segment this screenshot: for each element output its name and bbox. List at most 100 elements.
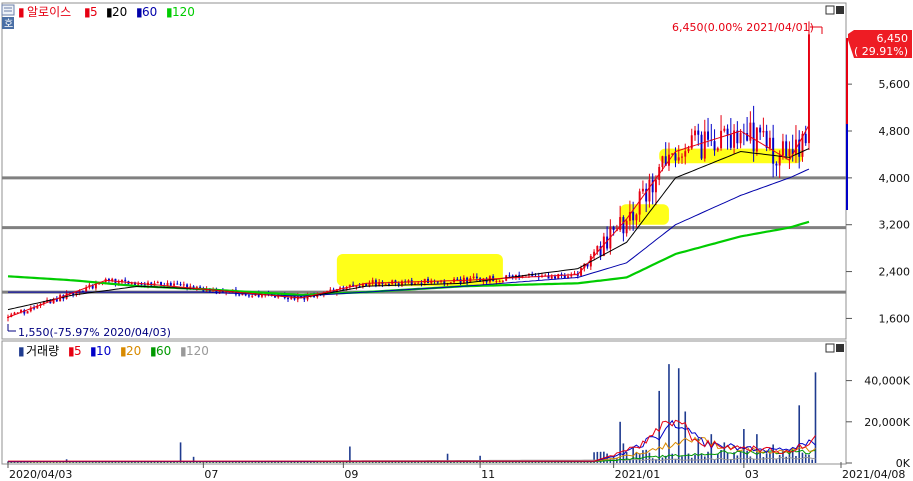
- candle-body: [557, 274, 560, 279]
- volume-bar: [209, 462, 211, 463]
- high-price-annotation: 6,450(0.00% 2021/04/01): [672, 21, 814, 34]
- price-legend-item: 120: [172, 5, 195, 19]
- price-tick-label: 4,000: [879, 172, 911, 185]
- candle-body: [186, 284, 189, 288]
- volume-bar: [625, 452, 628, 463]
- candle-body: [622, 217, 625, 234]
- volume-bar: [88, 462, 91, 463]
- volume-legend-item: 60: [156, 344, 171, 358]
- x-tick-label: 2021/01: [615, 468, 661, 481]
- volume-bar: [49, 462, 52, 463]
- volume-bar: [580, 462, 582, 463]
- volume-bar: [677, 368, 680, 463]
- volume-bar: [355, 462, 358, 463]
- volume-legend-item: 5: [74, 344, 82, 358]
- candle-body: [720, 130, 723, 149]
- volume-bar: [287, 462, 289, 463]
- candle-body: [287, 298, 289, 300]
- candle-body: [703, 131, 706, 159]
- current-price-tag: 6,450 ( 29.91%): [848, 30, 912, 58]
- volume-bar: [658, 390, 660, 463]
- volume-bar: [772, 444, 774, 463]
- price-panel-maximize-icon[interactable]: [825, 5, 835, 15]
- volume-legend-marker: ▮: [18, 344, 25, 358]
- x-tick-label: 03: [745, 468, 759, 481]
- candle-body: [648, 179, 651, 202]
- candle-body: [156, 282, 159, 284]
- volume-bar: [762, 457, 765, 463]
- indicator-toggle-glyph: 호: [4, 18, 13, 30]
- volume-panel-close-icon[interactable]: [836, 344, 844, 352]
- candle-body: [723, 128, 726, 131]
- price-panel-close-icon[interactable]: [836, 6, 844, 14]
- volume-bar: [137, 462, 140, 463]
- candle-body: [475, 276, 478, 279]
- volume-bar: [521, 462, 524, 463]
- candle-body: [173, 283, 176, 286]
- price-range-bar-down: [846, 124, 848, 210]
- candle-body: [781, 141, 784, 156]
- candle-body: [739, 132, 742, 144]
- volume-tick-label: 20,000K: [864, 416, 910, 429]
- candle-body: [752, 122, 755, 152]
- candle-body: [707, 131, 710, 140]
- volume-bar: [694, 454, 696, 463]
- price-legend-item: 60: [142, 5, 157, 19]
- price-legend-item: 5: [90, 5, 98, 19]
- candle-body: [759, 127, 762, 133]
- candle-body: [677, 157, 680, 161]
- volume-bar: [785, 456, 787, 463]
- volume-bar: [726, 452, 729, 463]
- volume-legend-item: 20: [126, 344, 141, 358]
- price-legend: ▮ 알로이스 ▮ 5 ▮ 20 ▮ 60 ▮ 120: [18, 5, 195, 19]
- volume-bar: [453, 462, 455, 463]
- low-price-annotation: 1,550(-75.97% 2020/04/03): [18, 326, 171, 339]
- volume-bar: [485, 462, 488, 463]
- current-price-value: 6,450: [877, 32, 909, 45]
- volume-bar: [235, 462, 237, 463]
- x-tick-label: 2021/04/08: [842, 468, 905, 481]
- volume-bar: [140, 462, 143, 463]
- volume-bar: [811, 459, 814, 463]
- price-tick-label: 5,600: [879, 78, 911, 91]
- candle-body: [765, 130, 768, 149]
- volume-bar: [736, 455, 739, 463]
- candle-body: [755, 127, 758, 152]
- volume-bar: [248, 462, 250, 463]
- candle-body: [179, 284, 182, 286]
- candle-body: [508, 275, 511, 277]
- volume-tick-label: 40,000K: [864, 375, 910, 388]
- candle-body: [417, 282, 420, 284]
- candle-body: [729, 134, 732, 148]
- candle-body: [554, 276, 556, 279]
- volume-bar: [358, 462, 361, 463]
- volume-bar: [804, 454, 807, 463]
- candle-body: [674, 153, 677, 161]
- volume-bar: [231, 462, 234, 463]
- candle-body: [775, 163, 778, 166]
- candle-body: [785, 141, 788, 156]
- volume-panel-frame: [1, 340, 847, 465]
- candle-body: [684, 151, 687, 157]
- candle-body: [169, 282, 172, 286]
- price-tick-label: 4,800: [879, 125, 911, 138]
- candle-body: [716, 148, 719, 151]
- price-tick-label: 2,400: [879, 266, 911, 279]
- volume-bar: [267, 462, 270, 463]
- volume-bar: [254, 462, 257, 463]
- volume-legend-item: 10: [96, 344, 111, 358]
- candle-body: [697, 130, 700, 135]
- volume-bar: [300, 462, 302, 463]
- volume-bar: [215, 462, 218, 463]
- candle-body: [355, 286, 358, 288]
- panel-settings-icon[interactable]: [1, 4, 15, 16]
- volume-bar: [674, 459, 677, 463]
- candle-body: [641, 188, 644, 192]
- volume-panel-maximize-icon[interactable]: [825, 343, 835, 353]
- candle-body: [681, 156, 683, 158]
- candle-body: [247, 295, 250, 297]
- price-legend-item: 20: [112, 5, 127, 19]
- price-tick-label: 1,600: [879, 312, 911, 325]
- volume-bar: [365, 462, 367, 463]
- volume-bar: [749, 456, 752, 463]
